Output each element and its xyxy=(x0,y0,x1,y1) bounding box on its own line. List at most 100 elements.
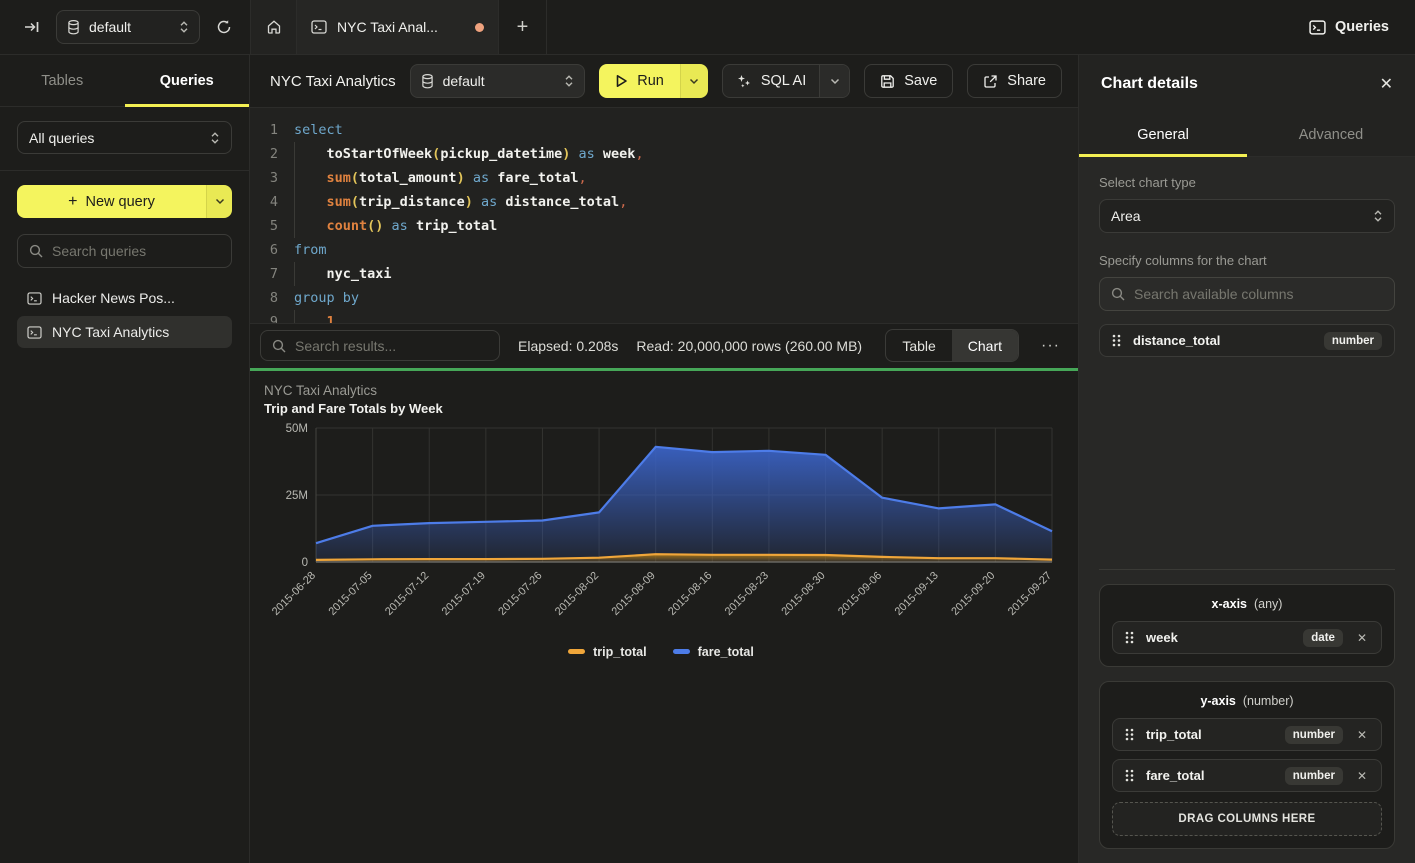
query-list: Hacker News Pos...NYC Taxi Analytics xyxy=(17,282,232,348)
divider xyxy=(1099,569,1395,570)
columns-search-input[interactable] xyxy=(1134,286,1383,302)
database-selector[interactable]: default xyxy=(56,10,200,44)
column-chip-distance_total[interactable]: distance_totalnumber xyxy=(1099,324,1395,357)
refresh-button[interactable] xyxy=(212,15,236,39)
remove-column-button[interactable]: ✕ xyxy=(1355,631,1369,645)
drag-handle-icon[interactable] xyxy=(1125,728,1134,741)
chart-type-select[interactable]: Area xyxy=(1099,199,1395,233)
save-button-label: Save xyxy=(904,73,937,89)
arrow-to-bar-icon xyxy=(24,19,40,35)
code-line: 3sum(total_amount) as fare_total, xyxy=(250,166,1078,190)
run-dropdown-button[interactable] xyxy=(680,64,708,98)
query-filter-section: All queries xyxy=(0,107,249,171)
remove-column-button[interactable]: ✕ xyxy=(1355,769,1369,783)
column-type-badge: number xyxy=(1285,767,1343,785)
close-panel-button[interactable]: ✕ xyxy=(1380,74,1393,94)
y-axis-title: y-axis (number) xyxy=(1112,694,1382,708)
spacer xyxy=(1099,357,1395,569)
line-number: 4 xyxy=(250,190,294,214)
code-line: 5count() as trip_total xyxy=(250,214,1078,238)
sql-editor[interactable]: 1select2toStartOfWeek(pickup_datetime) a… xyxy=(250,108,1078,323)
query-filter-value: All queries xyxy=(29,130,210,146)
share-icon xyxy=(983,74,998,89)
top-bar: default NYC Taxi Anal... + xyxy=(0,0,1415,55)
chevron-down-icon xyxy=(830,78,840,85)
code-line: 91 xyxy=(250,310,1078,323)
collapse-sidebar-button[interactable] xyxy=(20,15,44,39)
x-axis-tick-label: 2015-08-30 xyxy=(779,569,827,617)
plus-icon: + xyxy=(68,193,77,211)
new-tab-button[interactable]: + xyxy=(499,0,547,54)
sql-ai-label: SQL AI xyxy=(761,73,806,89)
line-number: 9 xyxy=(250,310,294,323)
drag-handle-icon[interactable] xyxy=(1112,334,1121,347)
results-toolbar: Elapsed: 0.208s Read: 20,000,000 rows (2… xyxy=(250,323,1078,368)
column-type-badge: number xyxy=(1285,726,1343,744)
sql-ai-dropdown-button[interactable] xyxy=(819,65,849,97)
chart-legend: trip_total fare_total xyxy=(264,645,1058,659)
line-number: 5 xyxy=(250,214,294,238)
terminal-icon xyxy=(27,326,42,339)
results-search-input[interactable] xyxy=(295,338,488,354)
tab-strip: NYC Taxi Anal... + xyxy=(250,0,1309,54)
y-axis-card: y-axis (number) trip_totalnumber✕fare_to… xyxy=(1099,681,1395,849)
legend-swatch xyxy=(568,649,585,654)
query-search-input[interactable] xyxy=(52,243,220,259)
top-bar-right: Queries xyxy=(1309,0,1415,54)
new-query-button[interactable]: + New query xyxy=(17,185,206,218)
main-database-value: default xyxy=(443,73,556,89)
y-axis-items: trip_totalnumber✕fare_totalnumber✕ xyxy=(1112,718,1382,792)
main-header: NYC Taxi Analytics default Run xyxy=(250,55,1078,108)
code-line: 7nyc_taxi xyxy=(250,262,1078,286)
main-database-selector[interactable]: default xyxy=(410,64,586,98)
y-axis-title-text: y-axis xyxy=(1200,694,1235,708)
column-name: trip_total xyxy=(1146,727,1273,742)
save-button[interactable]: Save xyxy=(864,64,953,98)
drag-handle-icon[interactable] xyxy=(1125,631,1134,644)
query-filter-select[interactable]: All queries xyxy=(17,121,232,154)
x-axis-tick-label: 2015-08-23 xyxy=(723,569,771,617)
query-tab[interactable]: NYC Taxi Anal... xyxy=(297,0,499,54)
chart-type-label: Select chart type xyxy=(1099,175,1395,190)
new-query-dropdown-button[interactable] xyxy=(206,185,232,218)
query-list-item[interactable]: NYC Taxi Analytics xyxy=(17,316,232,348)
code-line: 4sum(trip_distance) as distance_total, xyxy=(250,190,1078,214)
chart-details-header: Chart details ✕ xyxy=(1079,55,1415,113)
details-tab-general[interactable]: General xyxy=(1079,113,1247,156)
plus-icon: + xyxy=(517,16,529,39)
code-line: 1select xyxy=(250,118,1078,142)
details-tab-advanced[interactable]: Advanced xyxy=(1247,113,1415,156)
sidebar-tab-queries[interactable]: Queries xyxy=(125,55,250,106)
view-tab-table[interactable]: Table xyxy=(886,330,951,361)
drag-handle-icon[interactable] xyxy=(1125,769,1134,782)
chart-details-panel: Chart details ✕ GeneralAdvanced Select c… xyxy=(1078,55,1415,863)
run-button[interactable]: Run xyxy=(599,64,680,98)
legend-item-fare_total[interactable]: fare_total xyxy=(673,645,754,659)
drag-columns-drop-zone[interactable]: DRAG COLUMNS HERE xyxy=(1112,802,1382,836)
svg-text:0: 0 xyxy=(302,557,308,569)
view-tab-chart[interactable]: Chart xyxy=(952,330,1018,361)
sidebar-tab-tables[interactable]: Tables xyxy=(0,55,125,106)
column-chip-week[interactable]: weekdate✕ xyxy=(1112,621,1382,654)
x-axis-tick-label: 2015-08-02 xyxy=(553,569,601,617)
query-list-item[interactable]: Hacker News Pos... xyxy=(17,282,232,314)
more-options-button[interactable]: ··· xyxy=(1037,337,1064,355)
svg-text:50M: 50M xyxy=(286,423,308,435)
legend-item-trip_total[interactable]: trip_total xyxy=(568,645,646,659)
queries-button[interactable]: Queries xyxy=(1309,19,1389,35)
column-name: distance_total xyxy=(1133,333,1312,348)
view-toggle: TableChart xyxy=(885,329,1019,362)
chart-panel: NYC Taxi Analytics Trip and Fare Totals … xyxy=(250,371,1078,863)
area-chart[interactable]: 025M50M2015-06-282015-07-052015-07-12201… xyxy=(264,420,1058,647)
terminal-icon xyxy=(27,292,42,305)
sql-ai-button[interactable]: SQL AI xyxy=(723,65,819,97)
sql-ai-split-button: SQL AI xyxy=(722,64,850,98)
share-button[interactable]: Share xyxy=(967,64,1062,98)
line-number: 7 xyxy=(250,262,294,286)
column-chip-trip_total[interactable]: trip_total number ✕ xyxy=(1112,718,1382,751)
query-tab-label: NYC Taxi Anal... xyxy=(337,19,465,35)
code-line: 2toStartOfWeek(pickup_datetime) as week, xyxy=(250,142,1078,166)
remove-column-button[interactable]: ✕ xyxy=(1355,728,1369,742)
home-button[interactable] xyxy=(251,0,297,54)
column-chip-fare_total[interactable]: fare_totalnumber✕ xyxy=(1112,759,1382,792)
